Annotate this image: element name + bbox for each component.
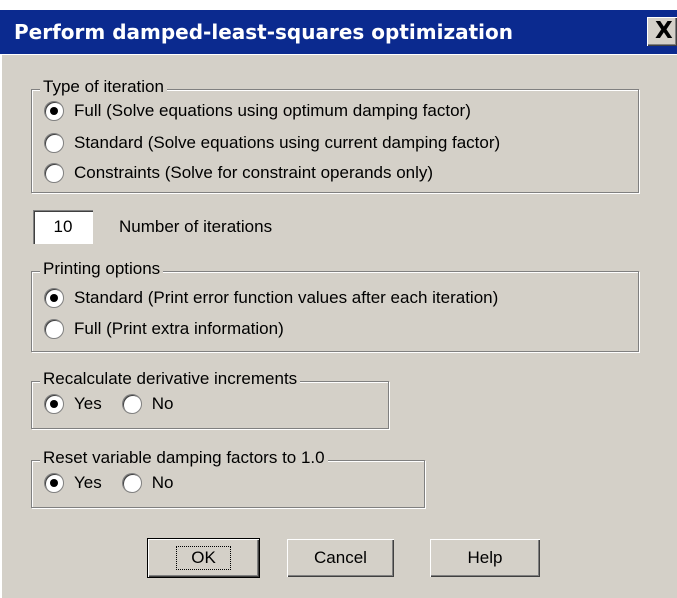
radio-print-standard[interactable]: Standard (Print error function values af… (44, 286, 498, 310)
radio-standard-label: Standard (Solve equations using current … (74, 133, 501, 152)
radio-print-full-control[interactable] (44, 319, 64, 339)
window-border (0, 55, 2, 598)
cancel-button[interactable]: Cancel (287, 539, 394, 577)
radio-constraints-control[interactable] (44, 163, 64, 183)
recalc-no[interactable]: No (121, 394, 174, 414)
recalc-yes[interactable]: Yes (44, 394, 102, 414)
radio-standard[interactable]: Standard (Solve equations using current … (44, 131, 500, 155)
radio-print-standard-control[interactable] (44, 288, 64, 308)
iterations-label: Number of iterations (119, 217, 273, 236)
reset-no[interactable]: No (121, 473, 174, 493)
reset-group: Reset variable damping factors to 1.0 Ye… (31, 448, 425, 508)
cancel-button-label: Cancel (314, 548, 367, 567)
radio-full-control[interactable] (44, 101, 64, 121)
printing-options-legend: Printing options (40, 259, 164, 279)
recalc-group: Recalculate derivative increments Yes No (31, 369, 389, 429)
reset-no-control[interactable] (121, 473, 142, 493)
close-icon: X (655, 18, 673, 44)
recalc-no-label: No (151, 394, 174, 413)
reset-legend: Reset variable damping factors to 1.0 (40, 448, 328, 468)
radio-constraints-label: Constraints (Solve for constraint operan… (74, 163, 434, 182)
iterations-input[interactable]: 10 (33, 210, 93, 244)
reset-yes-label: Yes (74, 473, 102, 492)
ok-button[interactable]: OK (147, 538, 260, 578)
radio-standard-control[interactable] (44, 133, 64, 153)
help-button[interactable]: Help (430, 539, 540, 577)
reset-no-label: No (151, 473, 174, 492)
recalc-no-control[interactable] (121, 394, 142, 414)
recalc-yes-control[interactable] (44, 394, 64, 414)
iteration-type-legend: Type of iteration (40, 77, 167, 97)
recalc-yes-label: Yes (74, 394, 102, 413)
recalc-legend: Recalculate derivative increments (40, 369, 301, 389)
radio-full-label: Full (Solve equations using optimum damp… (74, 101, 471, 120)
reset-yes-control[interactable] (44, 473, 64, 493)
ok-button-label: OK (176, 546, 231, 570)
radio-print-standard-label: Standard (Print error function values af… (74, 288, 499, 307)
close-button[interactable]: X (647, 17, 677, 46)
radio-print-full-label: Full (Print extra information) (74, 319, 284, 338)
radio-full[interactable]: Full (Solve equations using optimum damp… (44, 99, 471, 123)
title-bar: Perform damped-least-squares optimizatio… (0, 0, 677, 55)
radio-print-full[interactable]: Full (Print extra information) (44, 317, 284, 341)
dialog-title: Perform damped-least-squares optimizatio… (14, 20, 513, 44)
radio-constraints[interactable]: Constraints (Solve for constraint operan… (44, 161, 433, 185)
iteration-type-group: Type of iteration Full (Solve equations … (31, 77, 639, 193)
reset-yes[interactable]: Yes (44, 473, 102, 493)
printing-options-group: Printing options Standard (Print error f… (31, 259, 639, 352)
help-button-label: Help (467, 548, 503, 567)
